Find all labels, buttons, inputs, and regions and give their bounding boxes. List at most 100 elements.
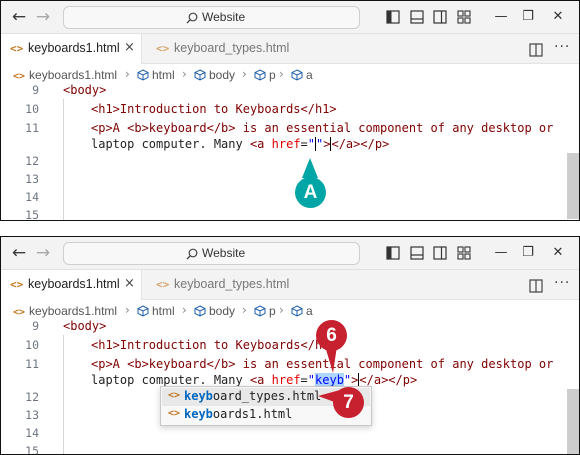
tab-label: keyboards1.html <box>28 41 120 55</box>
search-icon <box>186 248 198 260</box>
close-window-icon[interactable]: ✕ <box>548 243 568 263</box>
tab-label: keyboards1.html <box>28 277 120 291</box>
chevron-right-icon: › <box>242 67 247 81</box>
search-icon <box>186 12 198 24</box>
line-number: 10 <box>25 102 39 116</box>
editor-window-top: ← → Website — ❐ ✕ <> keyboards1.html × <… <box>0 0 580 221</box>
forward-arrow-icon[interactable]: → <box>33 243 53 263</box>
breadcrumb-a[interactable]: a <box>291 68 313 82</box>
breadcrumb-html[interactable]: html <box>137 68 175 82</box>
breadcrumb-p[interactable]: p <box>254 68 276 82</box>
html-file-icon: <> <box>10 278 24 291</box>
search-label: Website <box>202 246 246 260</box>
more-actions-icon[interactable]: ··· <box>554 275 570 291</box>
code-line-body: <body> <box>63 83 107 97</box>
scrollbar-thumb[interactable] <box>567 389 579 454</box>
minimize-icon[interactable]: — <box>491 7 511 27</box>
toggle-panel-icon[interactable] <box>410 9 424 25</box>
cube-icon <box>291 69 303 81</box>
chevron-right-icon: › <box>182 67 187 81</box>
toggle-panel-icon[interactable] <box>410 245 424 261</box>
more-actions-icon[interactable]: ··· <box>554 39 570 55</box>
customize-layout-icon[interactable] <box>457 9 471 25</box>
html-file-icon: <> <box>13 307 26 318</box>
toggle-secondary-sidebar-icon[interactable] <box>433 245 447 261</box>
callout-7: 7 <box>333 387 364 418</box>
command-center-search[interactable]: Website <box>63 6 360 29</box>
title-bar: ← → Website — ❐ ✕ <box>1 1 579 34</box>
breadcrumb-html[interactable]: html <box>137 304 175 318</box>
line-number: 15 <box>25 208 39 221</box>
html-file-icon: <> <box>168 390 181 401</box>
callout-6: 6 <box>316 320 347 351</box>
html-file-icon: <> <box>168 408 181 419</box>
html-file-icon: <> <box>10 42 24 55</box>
close-window-icon[interactable]: ✕ <box>548 7 568 27</box>
indent-guide <box>63 99 64 220</box>
restore-icon[interactable]: ❐ <box>518 243 538 263</box>
forward-arrow-icon[interactable]: → <box>33 7 53 27</box>
code-line-anchor: laptop computer. Many <a href=""></a></p… <box>91 137 390 151</box>
callout-a: A <box>295 177 326 208</box>
line-number: 12 <box>25 154 39 168</box>
chevron-right-icon: › <box>279 303 284 317</box>
cube-icon <box>137 305 149 317</box>
line-number: 13 <box>25 172 39 186</box>
html-file-icon: <> <box>156 278 170 291</box>
cube-icon <box>137 69 149 81</box>
scrollbar-thumb[interactable] <box>567 153 579 219</box>
tab-keyboards1[interactable]: <> keyboards1.html × <box>1 270 142 300</box>
tab-keyboard-types[interactable]: <> keyboard_types.html <box>142 34 292 64</box>
line-number: 13 <box>25 408 39 422</box>
line-number: 14 <box>25 426 39 440</box>
toggle-primary-sidebar-icon[interactable] <box>386 9 400 25</box>
html-file-icon: <> <box>13 71 26 82</box>
tab-label: keyboard_types.html <box>174 41 290 55</box>
breadcrumb-a[interactable]: a <box>291 304 313 318</box>
title-bar: ← → Website — ❐ ✕ <box>1 237 579 270</box>
code-line-p: <p>A <b>keyboard</b> is an essential com… <box>91 121 554 135</box>
cube-icon <box>291 305 303 317</box>
tab-label: keyboard_types.html <box>174 277 290 291</box>
line-number: 14 <box>25 190 39 204</box>
tab-bar: <> keyboards1.html × <> keyboard_types.h… <box>1 270 579 300</box>
split-editor-icon[interactable] <box>529 42 543 57</box>
code-line-body: <body> <box>63 319 107 333</box>
back-arrow-icon[interactable]: ← <box>9 243 29 263</box>
split-editor-icon[interactable] <box>529 278 543 293</box>
chevron-right-icon: › <box>182 303 187 317</box>
customize-layout-icon[interactable] <box>457 245 471 261</box>
line-number: 10 <box>25 338 39 352</box>
close-tab-icon[interactable]: × <box>124 276 135 291</box>
breadcrumb-body[interactable]: body <box>194 304 235 318</box>
toggle-primary-sidebar-icon[interactable] <box>386 245 400 261</box>
breadcrumb-file[interactable]: <> keyboards1.html <box>13 304 117 318</box>
tab-keyboards1[interactable]: <> keyboards1.html × <box>1 34 142 64</box>
command-center-search[interactable]: Website <box>63 242 360 265</box>
breadcrumb-body[interactable]: body <box>194 68 235 82</box>
code-line-h1: <h1>Introduction to Keyboards</h1> <box>91 338 337 352</box>
close-tab-icon[interactable]: × <box>124 40 135 55</box>
line-number: 15 <box>25 444 39 455</box>
chevron-right-icon: › <box>125 67 130 81</box>
back-arrow-icon[interactable]: ← <box>9 7 29 27</box>
breadcrumb-file[interactable]: <> keyboards1.html <box>13 68 117 82</box>
chevron-right-icon: › <box>125 303 130 317</box>
tab-keyboard-types[interactable]: <> keyboard_types.html <box>142 270 292 300</box>
line-number: 12 <box>25 390 39 404</box>
cube-icon <box>254 69 266 81</box>
minimize-icon[interactable]: — <box>491 243 511 263</box>
restore-icon[interactable]: ❐ <box>518 7 538 27</box>
breadcrumb-p[interactable]: p <box>254 304 276 318</box>
toggle-secondary-sidebar-icon[interactable] <box>433 9 447 25</box>
chevron-right-icon: › <box>279 67 284 81</box>
html-file-icon: <> <box>156 42 170 55</box>
line-number: 11 <box>25 121 39 135</box>
code-line-h1: <h1>Introduction to Keyboards</h1> <box>91 102 337 116</box>
cube-icon <box>194 69 206 81</box>
code-line-anchor: laptop computer. Many <a href="keyb"></a… <box>91 373 418 387</box>
line-number: 11 <box>25 357 39 371</box>
cube-icon <box>194 305 206 317</box>
search-label: Website <box>202 10 246 24</box>
tab-bar: <> keyboards1.html × <> keyboard_types.h… <box>1 34 579 64</box>
